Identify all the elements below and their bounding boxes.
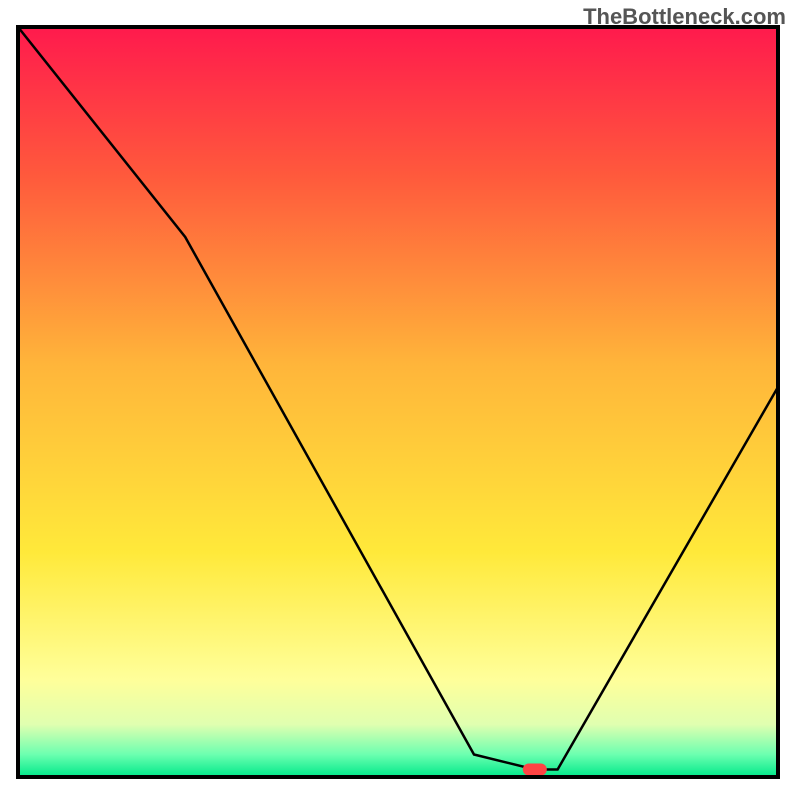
chart-container: TheBottleneck.com — [0, 0, 800, 800]
optimal-marker — [523, 764, 547, 776]
chart-svg — [0, 0, 800, 800]
gradient-background — [18, 27, 778, 777]
watermark-text: TheBottleneck.com — [583, 4, 786, 30]
